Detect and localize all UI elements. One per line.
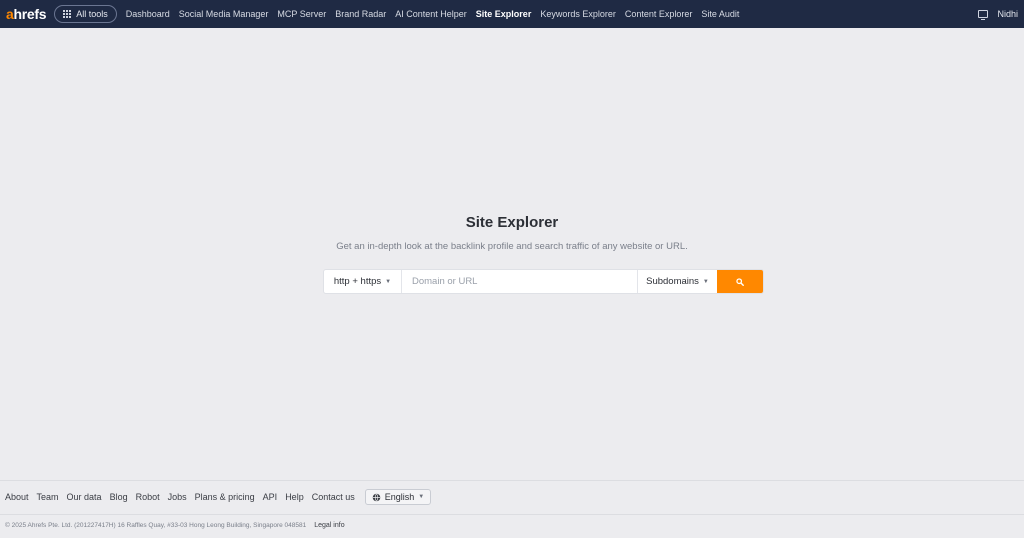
footer-link-robot[interactable]: Robot	[136, 492, 160, 502]
footer-links: About Team Our data Blog Robot Jobs Plan…	[5, 489, 432, 505]
footer-link-api[interactable]: API	[263, 492, 278, 502]
nav-site-audit[interactable]: Site Audit	[701, 9, 739, 19]
grid-icon	[63, 10, 72, 18]
copyright-text: © 2025 Ahrefs Pte. Ltd. (201227417H) 16 …	[5, 522, 307, 529]
footer-divider	[0, 514, 1024, 515]
chevron-down-icon: ▼	[418, 494, 425, 500]
nav-content-explorer[interactable]: Content Explorer	[625, 9, 693, 19]
legal-info-link[interactable]: Legal info	[314, 522, 344, 529]
nav-social-media-manager[interactable]: Social Media Manager	[179, 9, 269, 19]
footer-link-our-data[interactable]: Our data	[67, 492, 102, 502]
protocol-select[interactable]: http + https ▼	[324, 270, 402, 293]
nav-site-explorer[interactable]: Site Explorer	[476, 9, 532, 19]
footer-link-team[interactable]: Team	[37, 492, 59, 502]
nav-brand-radar[interactable]: Brand Radar	[335, 9, 386, 19]
language-label: English	[384, 492, 415, 502]
footer-link-plans-pricing[interactable]: Plans & pricing	[195, 492, 255, 502]
footer-link-about[interactable]: About	[5, 492, 29, 502]
user-menu[interactable]: Nidhi	[997, 9, 1018, 19]
ahrefs-logo[interactable]: a hrefs	[6, 6, 47, 22]
monitor-icon[interactable]	[978, 10, 989, 20]
mode-label: Subdomains	[646, 276, 699, 287]
footer-link-blog[interactable]: Blog	[110, 492, 128, 502]
nav-ai-content-helper[interactable]: AI Content Helper	[395, 9, 467, 19]
footer-link-jobs[interactable]: Jobs	[168, 492, 187, 502]
chevron-down-icon: ▼	[385, 278, 392, 285]
page-title: Site Explorer	[465, 214, 559, 231]
all-tools-label: All tools	[76, 9, 108, 19]
nav-dashboard[interactable]: Dashboard	[126, 9, 170, 19]
all-tools-button[interactable]: All tools	[54, 5, 117, 23]
logo-prefix: a	[6, 6, 14, 22]
legal-row: © 2025 Ahrefs Pte. Ltd. (201227417H) 16 …	[5, 522, 345, 529]
logo-text: hrefs	[13, 6, 47, 22]
nav-keywords-explorer[interactable]: Keywords Explorer	[540, 9, 616, 19]
chevron-down-icon: ▼	[702, 278, 709, 285]
page-subtitle: Get an in-depth look at the backlink pro…	[336, 241, 688, 252]
footer-link-contact-us[interactable]: Contact us	[312, 492, 355, 502]
footer-link-help[interactable]: Help	[285, 492, 304, 502]
protocol-label: http + https	[333, 276, 382, 287]
globe-icon	[372, 493, 381, 501]
footer-divider	[0, 480, 1024, 481]
search-button[interactable]	[717, 270, 763, 293]
top-right-controls: Nidhi	[978, 9, 1018, 20]
nav-mcp-server[interactable]: MCP Server	[277, 9, 326, 19]
language-select[interactable]: English ▼	[364, 489, 432, 505]
site-search-bar: http + https ▼ Subdomains ▼	[324, 270, 763, 293]
top-nav-bar: a hrefs All tools Dashboard Social Media …	[0, 0, 1024, 28]
search-icon	[736, 277, 744, 286]
domain-url-input[interactable]	[402, 270, 637, 293]
mode-select[interactable]: Subdomains ▼	[637, 270, 717, 293]
